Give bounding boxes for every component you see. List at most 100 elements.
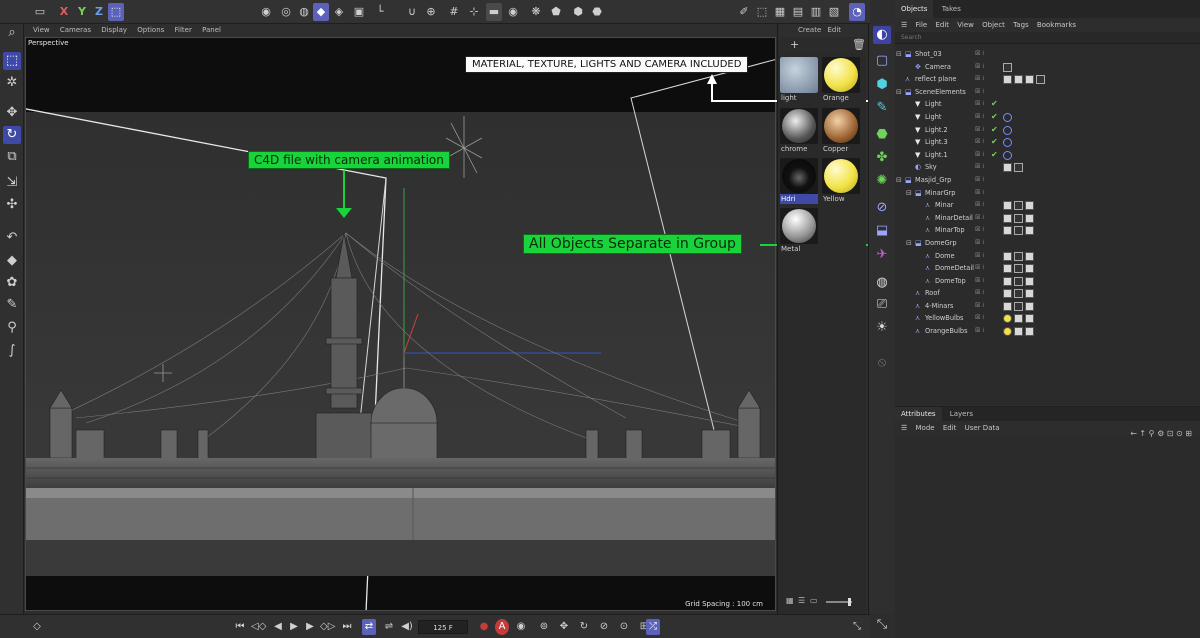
visibility-toggle[interactable]: ☒ ⁞ xyxy=(975,136,984,149)
expand-toggle-icon[interactable]: ⊟ xyxy=(896,174,902,187)
visibility-toggle[interactable]: ☒ ⁞ xyxy=(975,199,984,212)
material-tag-icon[interactable] xyxy=(1014,289,1023,299)
next-frame-icon[interactable]: ▶ xyxy=(303,619,317,635)
object-row[interactable]: ⊟ ⬓ Masjid_Grp ☒ ⁞ xyxy=(895,174,1200,187)
visibility-toggle[interactable]: ☒ ⁞ xyxy=(975,161,984,174)
visibility-toggle[interactable]: ☒ ⁞ xyxy=(975,275,984,288)
axis-x-button[interactable]: X xyxy=(56,3,72,21)
edge-mode-icon[interactable]: ◎ xyxy=(278,3,294,21)
object-row[interactable]: ⋏ 4-Minars ☒ ⁞ xyxy=(895,300,1200,313)
pla-key-icon[interactable]: ⊙ xyxy=(617,619,631,635)
visibility-toggle[interactable]: ☒ ⁞ xyxy=(975,312,984,325)
object-row[interactable]: ⋏ MinarDetail ☒ ⁞ xyxy=(895,212,1200,225)
material-tag-icon[interactable] xyxy=(1036,75,1045,85)
autokey-icon[interactable]: A xyxy=(495,619,509,635)
object-row[interactable]: ▼ Light.1 ☒ ⁞ ✔ xyxy=(895,149,1200,162)
scheme-icon[interactable]: ⤮ xyxy=(646,619,660,635)
object-row[interactable]: ⋏ reflect plane ☒ ⁞ xyxy=(895,73,1200,86)
loop-icon[interactable]: ⇄ xyxy=(362,619,376,635)
expand-icon[interactable]: ⤡ xyxy=(873,616,891,634)
object-row[interactable]: ⋏ DomeTop ☒ ⁞ xyxy=(895,275,1200,288)
object-row[interactable]: ⋏ Roof ☒ ⁞ xyxy=(895,287,1200,300)
detail-view-icon[interactable]: ▭ xyxy=(810,596,818,605)
material-orange[interactable]: Orange xyxy=(822,57,860,103)
visibility-toggle[interactable]: ☒ ⁞ xyxy=(975,111,984,124)
attribute-nav-icons[interactable]: ← ↑ ⚲ ⚙ ⊡ ⊙ ⊞ xyxy=(1130,427,1192,441)
undo-icon[interactable]: ▭ xyxy=(32,3,48,21)
render-to-picture-viewer-icon[interactable]: ▤ xyxy=(790,3,806,21)
material-tag-icon[interactable] xyxy=(1014,276,1023,286)
object-row[interactable]: ⋏ MinarTop ☒ ⁞ xyxy=(895,224,1200,237)
visibility-toggle[interactable]: ☒ ⁞ xyxy=(975,124,984,137)
object-menu-object[interactable]: Object xyxy=(982,21,1005,29)
object-menu-view[interactable]: View xyxy=(957,21,974,29)
visibility-toggle[interactable]: ☒ ⁞ xyxy=(975,86,984,99)
material-tag-icon[interactable] xyxy=(1025,201,1034,211)
object-manager-icon[interactable]: ◐ xyxy=(873,26,891,44)
record-icon[interactable]: ● xyxy=(477,619,491,635)
axis-z-button[interactable]: Z xyxy=(91,3,107,21)
visibility-toggle[interactable]: ☒ ⁞ xyxy=(975,149,984,162)
object-row[interactable]: ⋏ YellowBulbs ☒ ⁞ xyxy=(895,312,1200,325)
perspective-viewport[interactable]: Perspective Grid Spacing : 100 cm C4D fi… xyxy=(25,37,776,611)
viewport-menu-filter[interactable]: Filter xyxy=(175,26,192,34)
magnet-icon[interactable]: ∪ xyxy=(404,3,420,21)
object-row[interactable]: ⋏ DomeDetail ☒ ⁞ xyxy=(895,262,1200,275)
hud-icon[interactable]: ⬣ xyxy=(589,3,605,21)
zoom-slider-handle[interactable] xyxy=(848,598,851,606)
object-search-input[interactable]: Search xyxy=(895,32,1200,44)
material-tag-icon[interactable] xyxy=(1014,251,1023,261)
material-metal[interactable]: Metal xyxy=(780,208,818,254)
uv-mode-icon[interactable]: ◈ xyxy=(331,3,347,21)
material-tag-icon[interactable] xyxy=(1003,201,1012,211)
material-tag-icon[interactable] xyxy=(1014,75,1023,85)
tab-takes[interactable]: Takes xyxy=(936,0,967,18)
prev-key-icon[interactable]: ◁◇ xyxy=(251,619,266,635)
point-mode-icon[interactable]: ◉ xyxy=(258,3,274,21)
symmetry-icon[interactable]: ⊕ xyxy=(423,3,439,21)
texture-mode-icon[interactable]: ▣ xyxy=(351,3,367,21)
expand-toggle-icon[interactable]: ⊟ xyxy=(906,187,912,200)
material-light[interactable]: light xyxy=(780,57,818,103)
object-menu-file[interactable]: File xyxy=(916,21,928,29)
material-menu-edit[interactable]: Edit xyxy=(828,26,842,34)
object-row[interactable]: ▼ Light.3 ☒ ⁞ ✔ xyxy=(895,136,1200,149)
material-tag-icon[interactable] xyxy=(1025,75,1034,85)
visibility-toggle[interactable]: ☒ ⁞ xyxy=(975,300,984,313)
material-tag-icon[interactable] xyxy=(1003,264,1012,274)
live-selection-icon[interactable]: ✲ xyxy=(3,74,21,92)
visibility-toggle[interactable]: ☒ ⁞ xyxy=(975,287,984,300)
visibility-toggle[interactable]: ☒ ⁞ xyxy=(975,224,984,237)
tab-layers[interactable]: Layers xyxy=(944,407,979,421)
paint-tool-icon[interactable]: ✿ xyxy=(3,274,21,292)
viewport-menu-panel[interactable]: Panel xyxy=(202,26,221,34)
material-tag-icon[interactable] xyxy=(1003,276,1012,286)
render-settings-icon[interactable]: ▧ xyxy=(826,3,842,21)
hamburger-icon[interactable]: ☰ xyxy=(901,21,907,29)
visibility-toggle[interactable]: ☒ ⁞ xyxy=(975,174,984,187)
object-row[interactable]: ⋏ Dome ☒ ⁞ xyxy=(895,250,1200,263)
material-tag-icon[interactable] xyxy=(1003,327,1012,337)
material-tag-icon[interactable] xyxy=(1003,62,1012,72)
search-icon[interactable]: ⌕ xyxy=(3,24,21,42)
object-row[interactable]: ◐ Sky ☒ ⁞ xyxy=(895,161,1200,174)
target-tag-icon[interactable] xyxy=(1003,125,1012,135)
sound-icon[interactable]: ◀) xyxy=(400,619,414,635)
visibility-toggle[interactable]: ☒ ⁞ xyxy=(975,237,984,250)
null-object-icon[interactable]: ▢ xyxy=(873,52,891,70)
rotation-key-icon[interactable]: ↻ xyxy=(577,619,591,635)
cube-icon[interactable]: ⬢ xyxy=(873,76,891,94)
generator-icon[interactable]: ⬣ xyxy=(873,126,891,144)
material-menu-create[interactable]: Create xyxy=(798,26,821,34)
material-tag-icon[interactable] xyxy=(1003,301,1012,311)
material-tag-icon[interactable] xyxy=(1025,276,1034,286)
current-frame-field[interactable]: 125 F xyxy=(418,620,468,634)
material-tag-icon[interactable] xyxy=(1014,327,1023,337)
viewport-menu-display[interactable]: Display xyxy=(101,26,127,34)
render-active-icon[interactable]: ▦ xyxy=(772,3,788,21)
camera-object-icon[interactable]: ✈ xyxy=(873,246,891,264)
visibility-toggle[interactable]: ☒ ⁞ xyxy=(975,325,984,338)
object-row[interactable]: ▼ Light ☒ ⁞ ✔ xyxy=(895,111,1200,124)
snap-settings-icon[interactable]: ⊹ xyxy=(466,3,482,21)
material-tag-icon[interactable] xyxy=(1003,314,1012,324)
